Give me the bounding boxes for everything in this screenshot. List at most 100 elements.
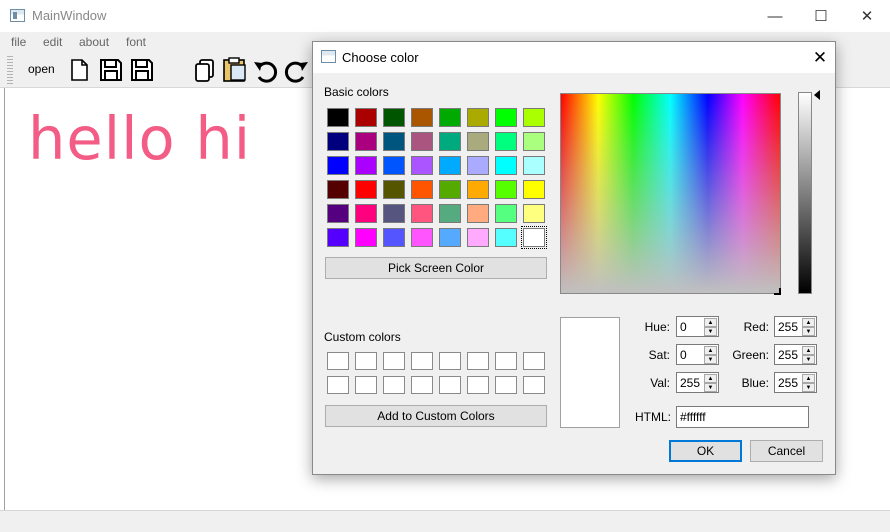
- spin-up-icon[interactable]: ▲: [802, 318, 815, 327]
- basic-color-swatch[interactable]: [439, 108, 461, 127]
- basic-color-swatch[interactable]: [495, 228, 517, 247]
- menu-edit[interactable]: edit: [43, 35, 62, 49]
- custom-color-swatch[interactable]: [439, 376, 461, 394]
- custom-color-swatch[interactable]: [467, 352, 489, 370]
- basic-color-swatch[interactable]: [327, 180, 349, 199]
- basic-color-swatch[interactable]: [327, 204, 349, 223]
- basic-color-swatch[interactable]: [495, 132, 517, 151]
- basic-color-swatch[interactable]: [411, 156, 433, 175]
- custom-color-swatch[interactable]: [523, 352, 545, 370]
- spin-up-icon[interactable]: ▲: [802, 346, 815, 355]
- basic-color-swatch[interactable]: [523, 204, 545, 223]
- basic-color-swatch[interactable]: [439, 156, 461, 175]
- spin-down-icon[interactable]: ▼: [704, 355, 717, 364]
- basic-color-swatch[interactable]: [523, 180, 545, 199]
- val-spinbox[interactable]: 255 ▲ ▼: [676, 372, 719, 393]
- toolbar-grip[interactable]: [7, 56, 13, 84]
- sat-spinbox[interactable]: 0 ▲ ▼: [676, 344, 719, 365]
- custom-color-swatch[interactable]: [439, 352, 461, 370]
- basic-color-swatch[interactable]: [355, 108, 377, 127]
- hue-saturation-spectrum[interactable]: [560, 93, 781, 295]
- add-to-custom-colors-button[interactable]: Add to Custom Colors: [325, 405, 547, 427]
- basic-color-swatch[interactable]: [327, 108, 349, 127]
- custom-color-swatch[interactable]: [327, 352, 349, 370]
- basic-color-swatch[interactable]: [523, 108, 545, 127]
- basic-color-swatch[interactable]: [383, 180, 405, 199]
- custom-color-swatch[interactable]: [383, 376, 405, 394]
- spin-down-icon[interactable]: ▼: [802, 355, 815, 364]
- hue-spinbox[interactable]: 0 ▲ ▼: [676, 316, 719, 337]
- basic-color-swatch[interactable]: [467, 132, 489, 151]
- dialog-close-button[interactable]: ✕: [809, 47, 831, 69]
- custom-color-swatch[interactable]: [411, 352, 433, 370]
- red-spinbox[interactable]: 255 ▲ ▼: [774, 316, 817, 337]
- basic-color-swatch[interactable]: [383, 108, 405, 127]
- basic-color-swatch[interactable]: [467, 108, 489, 127]
- save-icon[interactable]: [98, 57, 124, 83]
- basic-color-swatch[interactable]: [411, 204, 433, 223]
- spin-up-icon[interactable]: ▲: [704, 374, 717, 383]
- custom-color-swatch[interactable]: [355, 352, 377, 370]
- undo-icon[interactable]: [252, 57, 278, 83]
- basic-color-swatch[interactable]: [327, 228, 349, 247]
- spin-up-icon[interactable]: ▲: [802, 374, 815, 383]
- custom-color-swatch[interactable]: [495, 376, 517, 394]
- basic-color-swatch[interactable]: [383, 204, 405, 223]
- redo-icon[interactable]: [284, 57, 310, 83]
- copy-icon[interactable]: [192, 57, 218, 83]
- basic-color-swatch[interactable]: [355, 180, 377, 199]
- spectrum-crosshair[interactable]: [774, 288, 781, 295]
- custom-color-swatch[interactable]: [467, 376, 489, 394]
- basic-color-swatch[interactable]: [521, 226, 547, 249]
- spin-down-icon[interactable]: ▼: [802, 383, 815, 392]
- custom-color-swatch[interactable]: [411, 376, 433, 394]
- basic-color-swatch[interactable]: [355, 228, 377, 247]
- basic-color-swatch[interactable]: [467, 180, 489, 199]
- ok-button[interactable]: OK: [669, 440, 742, 462]
- minimize-button[interactable]: —: [752, 0, 798, 32]
- basic-color-swatch[interactable]: [355, 132, 377, 151]
- basic-color-swatch[interactable]: [383, 228, 405, 247]
- close-button[interactable]: ✕: [844, 0, 890, 32]
- basic-color-swatch[interactable]: [411, 108, 433, 127]
- spin-down-icon[interactable]: ▼: [802, 327, 815, 336]
- basic-color-swatch[interactable]: [355, 204, 377, 223]
- spin-up-icon[interactable]: ▲: [704, 346, 717, 355]
- spin-down-icon[interactable]: ▼: [704, 327, 717, 336]
- save-as-icon[interactable]: [129, 57, 155, 83]
- custom-color-swatch[interactable]: [327, 376, 349, 394]
- menu-about[interactable]: about: [79, 35, 109, 49]
- basic-color-swatch[interactable]: [383, 156, 405, 175]
- custom-color-swatch[interactable]: [383, 352, 405, 370]
- basic-color-swatch[interactable]: [439, 228, 461, 247]
- menu-file[interactable]: file: [11, 35, 26, 49]
- basic-color-swatch[interactable]: [495, 108, 517, 127]
- basic-color-swatch[interactable]: [383, 132, 405, 151]
- basic-color-swatch[interactable]: [523, 156, 545, 175]
- basic-color-swatch[interactable]: [327, 132, 349, 151]
- luminance-arrow-icon[interactable]: [814, 90, 820, 100]
- basic-color-swatch[interactable]: [411, 228, 433, 247]
- basic-color-swatch[interactable]: [495, 204, 517, 223]
- open-button[interactable]: open: [28, 62, 55, 76]
- html-color-input[interactable]: #ffffff: [676, 406, 809, 428]
- custom-color-swatch[interactable]: [495, 352, 517, 370]
- basic-color-swatch[interactable]: [467, 228, 489, 247]
- maximize-button[interactable]: ☐: [798, 0, 844, 32]
- basic-color-swatch[interactable]: [439, 132, 461, 151]
- basic-color-swatch[interactable]: [495, 156, 517, 175]
- basic-color-swatch[interactable]: [523, 132, 545, 151]
- basic-color-swatch[interactable]: [411, 180, 433, 199]
- blue-spinbox[interactable]: 255 ▲ ▼: [774, 372, 817, 393]
- basic-color-swatch[interactable]: [411, 132, 433, 151]
- custom-color-swatch[interactable]: [523, 376, 545, 394]
- new-file-icon[interactable]: [66, 57, 92, 83]
- custom-color-swatch[interactable]: [355, 376, 377, 394]
- pick-screen-color-button[interactable]: Pick Screen Color: [325, 257, 547, 279]
- paste-icon[interactable]: [222, 57, 248, 83]
- spin-down-icon[interactable]: ▼: [704, 383, 717, 392]
- basic-color-swatch[interactable]: [355, 156, 377, 175]
- basic-color-swatch[interactable]: [467, 204, 489, 223]
- basic-color-swatch[interactable]: [439, 204, 461, 223]
- basic-color-swatch[interactable]: [439, 180, 461, 199]
